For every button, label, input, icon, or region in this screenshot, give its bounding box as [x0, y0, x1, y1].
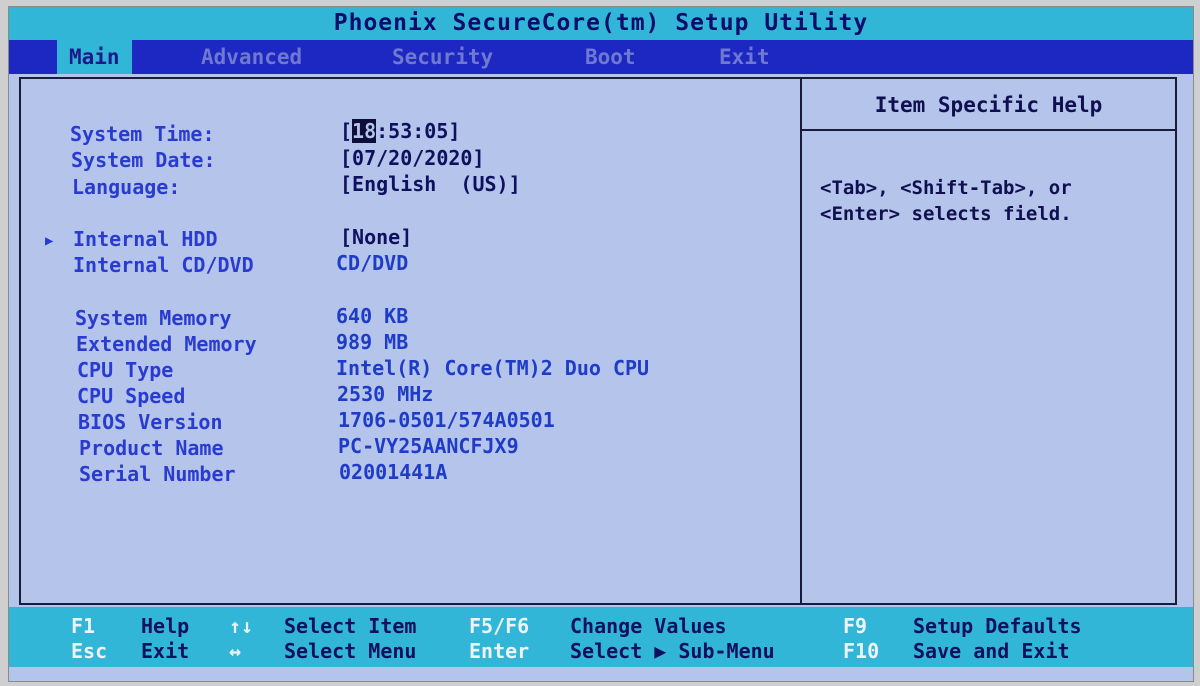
- footer-desc-change-values: Change Values: [570, 614, 727, 638]
- footer-key-esc[interactable]: Esc: [71, 639, 107, 664]
- internal-cd-value: CD/DVD: [336, 251, 409, 275]
- footer-key-f1[interactable]: F1: [71, 614, 95, 639]
- serial-number-label: Serial Number: [79, 462, 236, 486]
- extended-memory-value: 989 MB: [336, 330, 409, 354]
- footer-key-updown-icon[interactable]: ↑↓: [229, 614, 253, 639]
- internal-hdd-label[interactable]: Internal HDD: [73, 226, 218, 252]
- language-field[interactable]: [English (US)]: [340, 171, 521, 197]
- footer-desc-help: Help: [141, 614, 190, 638]
- footer-key-enter[interactable]: Enter: [469, 639, 529, 664]
- footer-desc-setup-defaults: Setup Defaults: [913, 614, 1082, 638]
- tab-security[interactable]: Security: [380, 40, 505, 74]
- tab-exit[interactable]: Exit: [707, 40, 782, 74]
- panel-divider: [800, 79, 802, 603]
- serial-number-value: 02001441A: [339, 460, 448, 484]
- bios-screen: Phoenix SecureCore(tm) Setup Utility Mai…: [8, 6, 1194, 682]
- system-time-hour[interactable]: 18: [352, 119, 377, 143]
- internal-hdd-field[interactable]: [None]: [340, 224, 412, 250]
- footer-key-f10[interactable]: F10: [843, 639, 879, 664]
- system-date-field[interactable]: [07/20/2020]: [340, 145, 485, 171]
- help-title: Item Specific Help: [802, 79, 1175, 131]
- system-time-label: System Time:: [70, 122, 215, 146]
- tab-advanced[interactable]: Advanced: [189, 40, 314, 74]
- bios-version-label: BIOS Version: [78, 410, 223, 434]
- cpu-speed-label: CPU Speed: [77, 384, 186, 408]
- footer-desc-save-exit: Save and Exit: [913, 639, 1070, 663]
- footer-key-f5f6[interactable]: F5/F6: [469, 614, 529, 639]
- title-bar: Phoenix SecureCore(tm) Setup Utility: [9, 7, 1193, 40]
- footer-desc-select-item: Select Item: [284, 614, 417, 638]
- footer-desc-select-submenu: Select ▶ Sub-Menu: [570, 639, 775, 663]
- extended-memory-label: Extended Memory: [76, 332, 257, 356]
- system-date-label: System Date:: [71, 148, 216, 172]
- footer-desc-exit: Exit: [141, 639, 190, 663]
- help-text: <Tab>, <Shift-Tab>, or <Enter> selects f…: [820, 177, 1072, 225]
- footer-key-leftright-icon[interactable]: ↔: [229, 639, 241, 664]
- tab-main[interactable]: Main: [57, 40, 132, 74]
- system-time-field[interactable]: [18:53:05]: [340, 118, 460, 144]
- footer-key-bar: F1 Help ↑↓ Select Item F5/F6 Change Valu…: [9, 607, 1193, 667]
- language-label: Language:: [72, 175, 181, 199]
- cpu-type-value: Intel(R) Core(TM)2 Duo CPU: [336, 356, 650, 380]
- product-name-label: Product Name: [79, 436, 224, 460]
- tab-boot[interactable]: Boot: [573, 40, 648, 74]
- system-time-rest: :53:05]: [376, 119, 461, 143]
- cpu-type-label: CPU Type: [77, 358, 174, 382]
- menu-bar: Main Advanced Security Boot Exit: [9, 40, 1193, 74]
- system-time-bracket: [: [340, 119, 353, 143]
- cpu-speed-value: 2530 MHz: [337, 382, 434, 406]
- internal-cd-label: Internal CD/DVD: [73, 253, 254, 277]
- bios-version-value: 1706-0501/574A0501: [338, 408, 555, 432]
- product-name-value: PC-VY25AANCFJX9: [338, 434, 519, 458]
- submenu-arrow-icon: ▶: [45, 233, 54, 249]
- system-memory-value: 640 KB: [336, 304, 409, 328]
- footer-key-f9[interactable]: F9: [843, 614, 867, 639]
- footer-desc-select-menu: Select Menu: [284, 639, 417, 663]
- system-memory-label: System Memory: [75, 306, 232, 330]
